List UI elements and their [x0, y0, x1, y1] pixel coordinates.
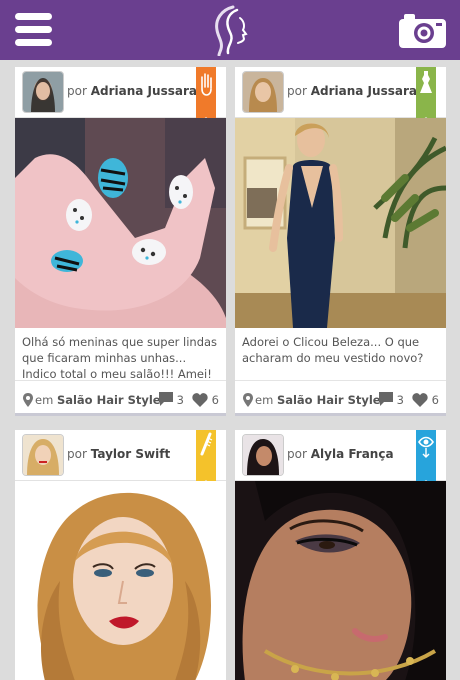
post-header: por Adriana Jussara [15, 67, 226, 125]
comment-icon[interactable] [158, 391, 174, 407]
post-footer: em Salão Hair Style 3 6 [235, 381, 446, 416]
avatar[interactable] [242, 434, 284, 476]
post-photo-dress[interactable] [235, 118, 446, 328]
card-divider [15, 413, 226, 416]
dress-icon [416, 67, 436, 125]
avatar[interactable] [22, 71, 64, 113]
heart-icon[interactable] [412, 392, 428, 407]
comment-count: 3 [396, 393, 404, 407]
author-name[interactable]: Adriana Jussara [311, 84, 417, 98]
post-photo-makeup[interactable] [235, 481, 446, 680]
hamburger-menu-icon[interactable] [15, 13, 52, 47]
post-card[interactable]: por Taylor Swift [15, 430, 226, 680]
post-card[interactable]: por Alyla França [235, 430, 446, 680]
post-header: por Adriana Jussara [235, 67, 446, 125]
hand-icon [196, 67, 216, 125]
post-author: por Adriana Jussara [67, 84, 197, 98]
post-photo-nails[interactable] [15, 118, 226, 328]
location-pin-icon [243, 393, 253, 407]
post-author: por Alyla França [287, 447, 394, 461]
post-card[interactable]: por Adriana Jussara Olhá só meninas que … [15, 67, 226, 416]
like-count: 6 [211, 393, 219, 407]
author-name[interactable]: Taylor Swift [91, 447, 170, 461]
eye-makeup-icon [416, 430, 436, 488]
avatar[interactable] [22, 434, 64, 476]
post-header: por Taylor Swift [15, 430, 226, 488]
post-author: por Taylor Swift [67, 447, 171, 461]
post-photo-hair[interactable] [15, 481, 226, 680]
post-location[interactable]: em Salão Hair Style [35, 393, 161, 407]
avatar[interactable] [242, 71, 284, 113]
location-pin-icon [23, 393, 33, 407]
like-count: 6 [431, 393, 439, 407]
heart-icon[interactable] [192, 392, 208, 407]
woman-silhouette-logo-icon[interactable] [207, 4, 253, 57]
post-author: por Adriana Jussara [287, 84, 417, 98]
post-card[interactable]: por Adriana Jussara Adorei o Clicou Bele… [235, 67, 446, 416]
post-header: por Alyla França [235, 430, 446, 488]
hair-brush-icon [196, 430, 216, 488]
post-footer: em Salão Hair Style 3 6 [15, 381, 226, 416]
camera-icon[interactable] [399, 13, 446, 48]
post-location[interactable]: em Salão Hair Style [255, 393, 381, 407]
post-caption: Olhá só meninas que super lindas que fic… [15, 328, 226, 381]
post-caption: Adorei o Clicou Beleza... O que acharam … [235, 328, 446, 381]
top-app-bar [0, 0, 460, 60]
card-divider [235, 413, 446, 416]
author-name[interactable]: Alyla França [311, 447, 394, 461]
comment-icon[interactable] [378, 391, 394, 407]
comment-count: 3 [176, 393, 184, 407]
author-name[interactable]: Adriana Jussara [91, 84, 197, 98]
